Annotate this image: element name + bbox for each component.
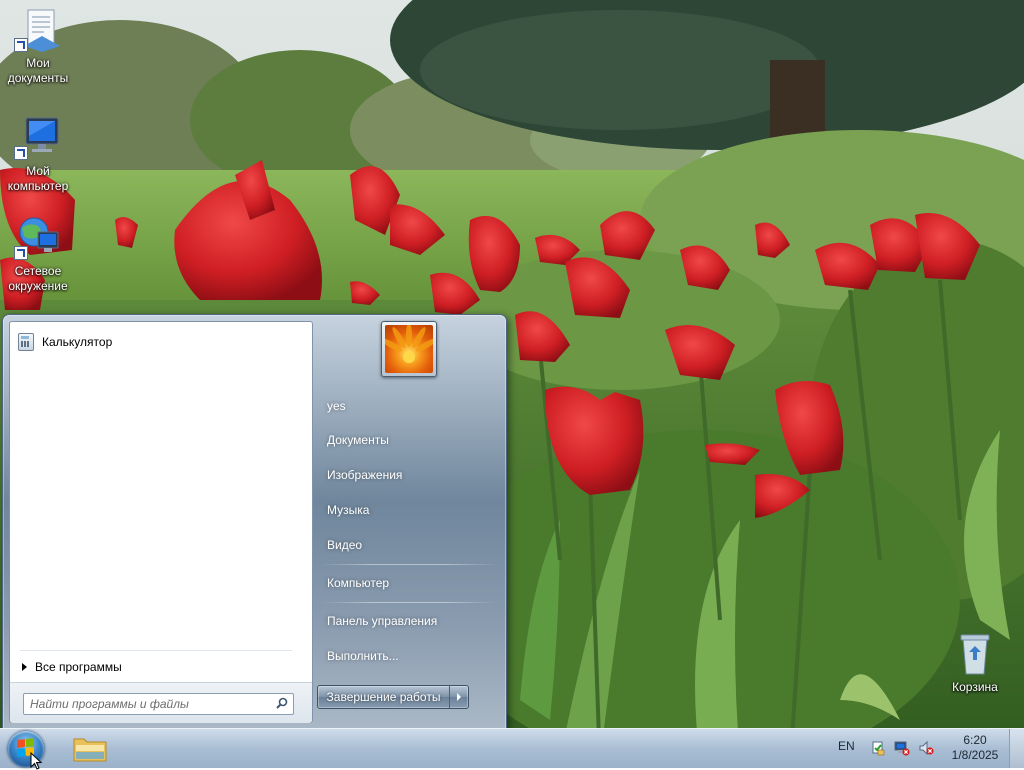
desktop-icon-label: Корзина: [952, 680, 998, 694]
shutdown-button[interactable]: Завершение работы: [318, 686, 450, 708]
shortcut-arrow-icon: [14, 246, 28, 260]
shutdown-control: Завершение работы: [317, 685, 469, 709]
start-menu-separator: [321, 564, 497, 565]
start-item-run[interactable]: Выполнить...: [321, 641, 499, 671]
start-item-user-folder[interactable]: yes: [321, 391, 499, 421]
recycle-bin-icon: [951, 630, 999, 678]
taskbar: EN 6:20 1/8/2025: [0, 728, 1024, 768]
language-indicator[interactable]: EN: [838, 739, 855, 753]
volume-muted-icon[interactable]: [918, 740, 934, 756]
arrow-right-icon: [457, 693, 461, 701]
all-programs-button[interactable]: Все программы: [18, 656, 308, 678]
start-item-label: Документы: [327, 433, 389, 447]
desktop-icon-label: Мой компьютер: [7, 164, 69, 193]
shortcut-arrow-icon: [14, 146, 28, 160]
start-item-label: Музыка: [327, 503, 370, 517]
search-input[interactable]: [24, 695, 266, 713]
search-area: [10, 682, 312, 723]
show-desktop-button[interactable]: [1009, 729, 1024, 768]
desktop-icon-network[interactable]: Сетевое окружение: [0, 214, 76, 294]
programs-separator: [20, 650, 292, 651]
mouse-cursor-icon: [30, 752, 42, 770]
system-clock[interactable]: 6:20 1/8/2025: [944, 733, 1006, 763]
search-box: [23, 693, 294, 715]
user-picture-flower: [385, 325, 433, 373]
start-menu-separator: [321, 602, 497, 603]
start-item-documents[interactable]: Документы: [321, 425, 499, 455]
start-item-label: Изображения: [327, 468, 403, 482]
shortcut-arrow-icon: [14, 38, 28, 52]
start-menu-programs-pane: Калькулятор Все программы: [9, 321, 313, 723]
action-center-icon[interactable]: [870, 740, 886, 756]
clock-time: 6:20: [963, 733, 987, 747]
arrow-right-icon: [22, 663, 27, 671]
desktop-icon-label: Мои документы: [7, 56, 69, 85]
program-item-calculator[interactable]: Калькулятор: [16, 330, 304, 354]
shutdown-options-button[interactable]: [450, 686, 468, 708]
clock-date: 1/8/2025: [951, 748, 999, 762]
taskbar-explorer-button[interactable]: [68, 731, 112, 767]
start-item-label: Компьютер: [327, 576, 390, 590]
folder-icon: [73, 738, 107, 762]
search-icon[interactable]: [276, 697, 288, 709]
calculator-icon: [18, 333, 34, 351]
my-documents-icon: [14, 6, 62, 54]
start-item-videos[interactable]: Видео: [321, 530, 499, 560]
start-item-computer[interactable]: Компьютер: [321, 568, 499, 598]
network-disconnected-icon[interactable]: [894, 740, 910, 756]
my-computer-icon: [14, 114, 62, 162]
user-avatar[interactable]: [381, 321, 437, 377]
start-item-label: Выполнить...: [327, 649, 399, 663]
start-menu: Калькулятор Все программы Найти программ…: [2, 314, 507, 730]
desktop-icon-my-documents[interactable]: Мои документы: [0, 6, 76, 86]
start-item-control-panel[interactable]: Панель управления: [321, 606, 499, 636]
start-item-label: Видео: [327, 538, 363, 552]
start-item-label: yes: [327, 399, 346, 413]
desktop-icon-my-computer[interactable]: Мой компьютер: [0, 114, 76, 194]
network-icon: [14, 214, 62, 262]
desktop-icon-label: Сетевое окружение: [8, 264, 68, 293]
desktop-icon-recycle-bin[interactable]: Корзина: [937, 630, 1013, 695]
start-item-music[interactable]: Музыка: [321, 495, 499, 525]
start-item-pictures[interactable]: Изображения: [321, 460, 499, 490]
start-item-label: Панель управления: [327, 614, 438, 628]
all-programs-label: Все программы: [35, 660, 122, 674]
program-item-label: Калькулятор: [42, 335, 113, 349]
